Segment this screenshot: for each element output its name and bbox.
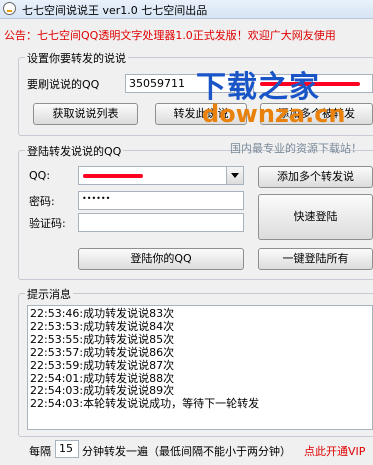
- interval-suffix-label: 分钟转发一遍（最低间隔不能小于两分钟）: [82, 445, 291, 458]
- forward-settings-legend: 设置你要转发的说说: [25, 50, 128, 66]
- login-qq-button[interactable]: 登陆你的QQ: [78, 248, 244, 270]
- password-label: 密码:: [29, 195, 55, 208]
- log-line: 22:53:46:成功转发说说83次: [30, 307, 175, 320]
- log-legend: 提示消息: [25, 286, 73, 302]
- log-line: 22:53:57:成功转发说说86次: [30, 345, 175, 359]
- login-legend: 登陆转发说说的QQ: [25, 143, 124, 159]
- password-field[interactable]: ••••••: [78, 191, 244, 210]
- add-forwarded-button[interactable]: 添加多个被转发: [260, 103, 373, 125]
- qq-to-forward-label: 要刷说说的QQ: [27, 78, 100, 91]
- interval-prefix-label: 每隔: [29, 445, 51, 458]
- get-shuoshuo-list-button[interactable]: 获取说说列表: [33, 103, 138, 125]
- add-multi-forward-button[interactable]: 添加多个转发说: [258, 166, 373, 188]
- app-icon: [3, 2, 16, 15]
- log-line: 22:53:55:成功转发说说85次: [30, 332, 175, 346]
- log-line: 22:54:03:本轮转发说说成功，等待下一轮转发: [30, 397, 260, 411]
- redacted-mark: [260, 82, 360, 86]
- forward-this-button[interactable]: 转发此说说: [155, 103, 247, 125]
- qq-label: QQ:: [29, 169, 51, 182]
- vip-link[interactable]: 点此开通VIP: [304, 443, 365, 459]
- quick-login-button[interactable]: 快速登陆: [258, 194, 373, 240]
- notice-banner: 公告：七七空间QQ透明文字处理器1.0正式发版！欢迎广大网友使用: [4, 29, 336, 42]
- log-textbox[interactable]: 22:53:46:成功转发说说83次 22:53:53:成功转发说说84次 22…: [27, 305, 373, 430]
- log-line: 22:53:53:成功转发说说84次: [30, 319, 175, 333]
- qq-to-forward-input[interactable]: 35059711: [125, 74, 235, 93]
- chevron-down-icon[interactable]: [226, 167, 243, 184]
- shuoshuo-select-input[interactable]: [253, 74, 373, 93]
- captcha-field[interactable]: [78, 213, 244, 232]
- title-bar[interactable]: 七七空间说说王 ver1.0 七七空间出品: [0, 0, 373, 19]
- interval-input[interactable]: 15: [55, 440, 79, 458]
- redacted-mark: [83, 174, 143, 178]
- captcha-label: 验证码:: [29, 217, 66, 230]
- login-all-button[interactable]: 一键登陆所有: [258, 248, 373, 270]
- window-title: 七七空间说说王 ver1.0 七七空间出品: [22, 4, 208, 17]
- qq-account-combo[interactable]: [78, 166, 244, 185]
- log-line: 22:53:59:成功转发说说87次: [30, 358, 175, 372]
